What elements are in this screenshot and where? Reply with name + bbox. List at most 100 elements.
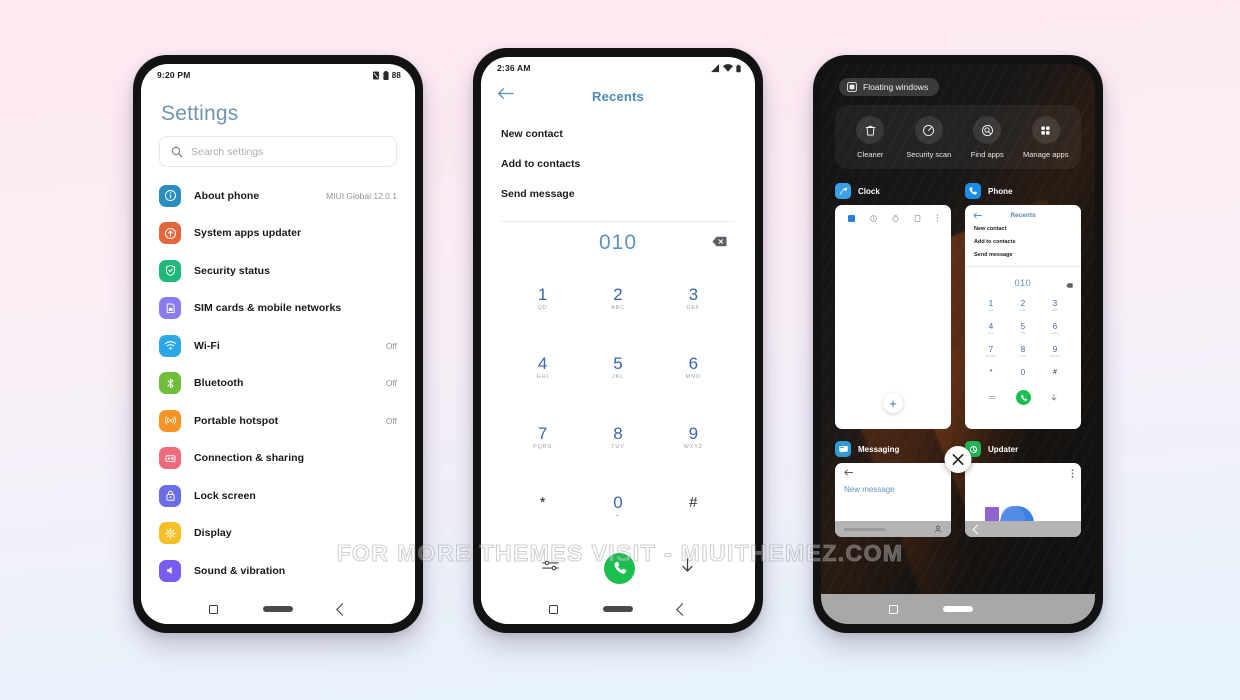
dialpad-key-7[interactable]: 7 PQRS — [505, 403, 580, 473]
key-digit: 9 — [1052, 344, 1058, 354]
signal-icon — [711, 63, 720, 72]
home-pill-icon[interactable] — [602, 605, 633, 613]
preview-key-5: 5 JKL — [1007, 317, 1039, 340]
key-digit: 1 — [537, 284, 548, 304]
dialpad-key-1[interactable]: 1 QD — [505, 264, 580, 334]
dialpad-key-5[interactable]: 5 JKL — [580, 334, 655, 404]
recents-square-icon[interactable] — [889, 604, 899, 614]
dialpad-key-hash[interactable]: # — [656, 473, 731, 543]
recent-card-clock[interactable]: Clock + — [835, 183, 951, 430]
phone2-navbar — [481, 594, 755, 624]
option-new-contact[interactable]: New contact — [501, 119, 735, 149]
settings-row-value: Off — [385, 415, 397, 426]
phone-icon — [965, 183, 981, 200]
back-chevron-icon[interactable] — [675, 602, 689, 616]
dialpad-key-0[interactable]: 0 + — [580, 473, 655, 543]
stopwatch-icon — [914, 215, 920, 222]
key-digit: 2 — [613, 284, 623, 304]
key-letters: DEF — [1051, 307, 1059, 312]
dialpad-settings-icon[interactable] — [542, 559, 559, 577]
key-letters: JKL — [611, 374, 625, 381]
preview-key-1: 1 QD — [975, 294, 1007, 317]
tool-cleaner[interactable]: Cleaner — [842, 116, 898, 159]
preview-key-6: 6 MNO — [1039, 317, 1071, 340]
dialpad-key-2[interactable]: 2 ABC — [580, 264, 655, 334]
call-button[interactable] — [604, 552, 636, 584]
settings-row-label: Security status — [194, 264, 271, 277]
recent-card-updater[interactable]: Updater — [965, 441, 1081, 538]
backspace-icon[interactable] — [712, 234, 727, 252]
clock-icon — [835, 183, 851, 200]
dialpad-key-6[interactable]: 6 MNO — [656, 334, 731, 404]
battery-icon — [383, 70, 389, 80]
preview-header: Recents — [965, 205, 1081, 222]
add-alarm-fab[interactable]: + — [883, 393, 903, 414]
tool-security-scan[interactable]: Security scan — [901, 116, 957, 159]
dialpad: 1 QD 2 ABC 3 DEF 4 GHI 5 JKL 6 MNO 7 PQRS 8 TUV … — [481, 264, 755, 542]
preview-number-row: 010 — [965, 267, 1081, 294]
recent-card-messaging[interactable]: Messaging New message — [835, 441, 951, 538]
preview-option-2: Add to contacts — [974, 238, 1016, 245]
trash-icon — [856, 116, 885, 144]
settings-row-connection-sharing[interactable]: Connection & sharing — [141, 440, 415, 478]
shield-check-icon — [159, 259, 181, 282]
floating-windows-label: Floating windows — [863, 82, 929, 92]
settings-row-security-status[interactable]: Security status — [141, 252, 415, 290]
settings-row-value: Off — [385, 340, 397, 351]
phone1-status-bar: 9:20 PM 88 — [141, 64, 415, 86]
back-arrow-icon — [835, 463, 853, 480]
settings-row-sound-vibration[interactable]: Sound & vibration — [141, 552, 415, 590]
tool-label: Security scan — [906, 150, 952, 159]
settings-row-bluetooth[interactable]: Bluetooth Off — [141, 365, 415, 403]
dialpad-key-8[interactable]: 8 TUV — [580, 403, 655, 473]
dialed-number-row: 010 — [481, 222, 755, 264]
contact-icon — [934, 526, 942, 533]
home-pill-icon[interactable] — [262, 605, 293, 613]
option-send-message[interactable]: Send message — [501, 179, 735, 209]
status-icons — [711, 63, 741, 73]
key-letters: + — [1021, 376, 1025, 381]
recent-card-phone[interactable]: Phone Recents New contact Add to contact… — [965, 183, 1081, 430]
call-icon — [1016, 390, 1031, 406]
lock-icon — [159, 484, 181, 507]
settings-row-label: Display — [194, 527, 232, 540]
settings-row-value: Off — [385, 378, 397, 389]
key-digit: 8 — [613, 423, 623, 443]
clock-icon — [869, 215, 877, 222]
option-add-to-contacts[interactable]: Add to contacts — [501, 149, 735, 179]
preview-title: Recents — [1010, 212, 1036, 220]
card-app-name: Updater — [988, 444, 1019, 454]
dialpad-key-star[interactable]: * — [505, 473, 580, 543]
close-all-button[interactable] — [944, 446, 972, 474]
settings-row-label: Connection & sharing — [194, 452, 305, 465]
key-letters: WXYZ — [683, 443, 704, 450]
search-input[interactable]: Search settings — [159, 136, 397, 167]
tool-manage-apps[interactable]: Manage apps — [1018, 116, 1074, 159]
home-pill-icon[interactable] — [942, 605, 973, 613]
recents-square-icon[interactable] — [209, 604, 219, 614]
messaging-app-preview: New message — [835, 463, 951, 538]
tool-find-apps[interactable]: Find apps — [959, 116, 1015, 159]
hide-dialpad-icon[interactable] — [681, 558, 694, 578]
settings-row-wifi[interactable]: Wi-Fi Off — [141, 327, 415, 365]
dialpad-key-3[interactable]: 3 DEF — [656, 264, 731, 334]
settings-row-label: SIM cards & mobile networks — [194, 302, 342, 315]
key-digit: 3 — [1052, 298, 1058, 308]
settings-row-portable-hotspot[interactable]: Portable hotspot Off — [141, 402, 415, 440]
dialpad-key-4[interactable]: 4 GHI — [505, 334, 580, 404]
settings-row-display[interactable]: Display — [141, 515, 415, 553]
dialpad-key-9[interactable]: 9 WXYZ — [656, 403, 731, 473]
settings-row-system-apps-updater[interactable]: System apps updater — [141, 215, 415, 253]
back-chevron-icon[interactable] — [335, 602, 349, 616]
settings-row-sim-cards[interactable]: SIM cards & mobile networks — [141, 290, 415, 328]
recents-square-icon[interactable] — [549, 604, 559, 614]
settings-row-about-phone[interactable]: About phone MIUI Global 12.0.1 — [141, 177, 415, 215]
settings-row-label: Lock screen — [194, 489, 256, 502]
key-letters: ABC — [1019, 307, 1027, 312]
phone-device-settings: 9:20 PM 88 Settings Search settings Abou… — [133, 55, 423, 633]
floating-windows-chip[interactable]: Floating windows — [839, 78, 940, 96]
settings-row-lock-screen[interactable]: Lock screen — [141, 477, 415, 515]
timer-icon — [891, 215, 899, 222]
tool-label: Manage apps — [1023, 150, 1069, 159]
key-letters: TUV — [1019, 353, 1027, 358]
